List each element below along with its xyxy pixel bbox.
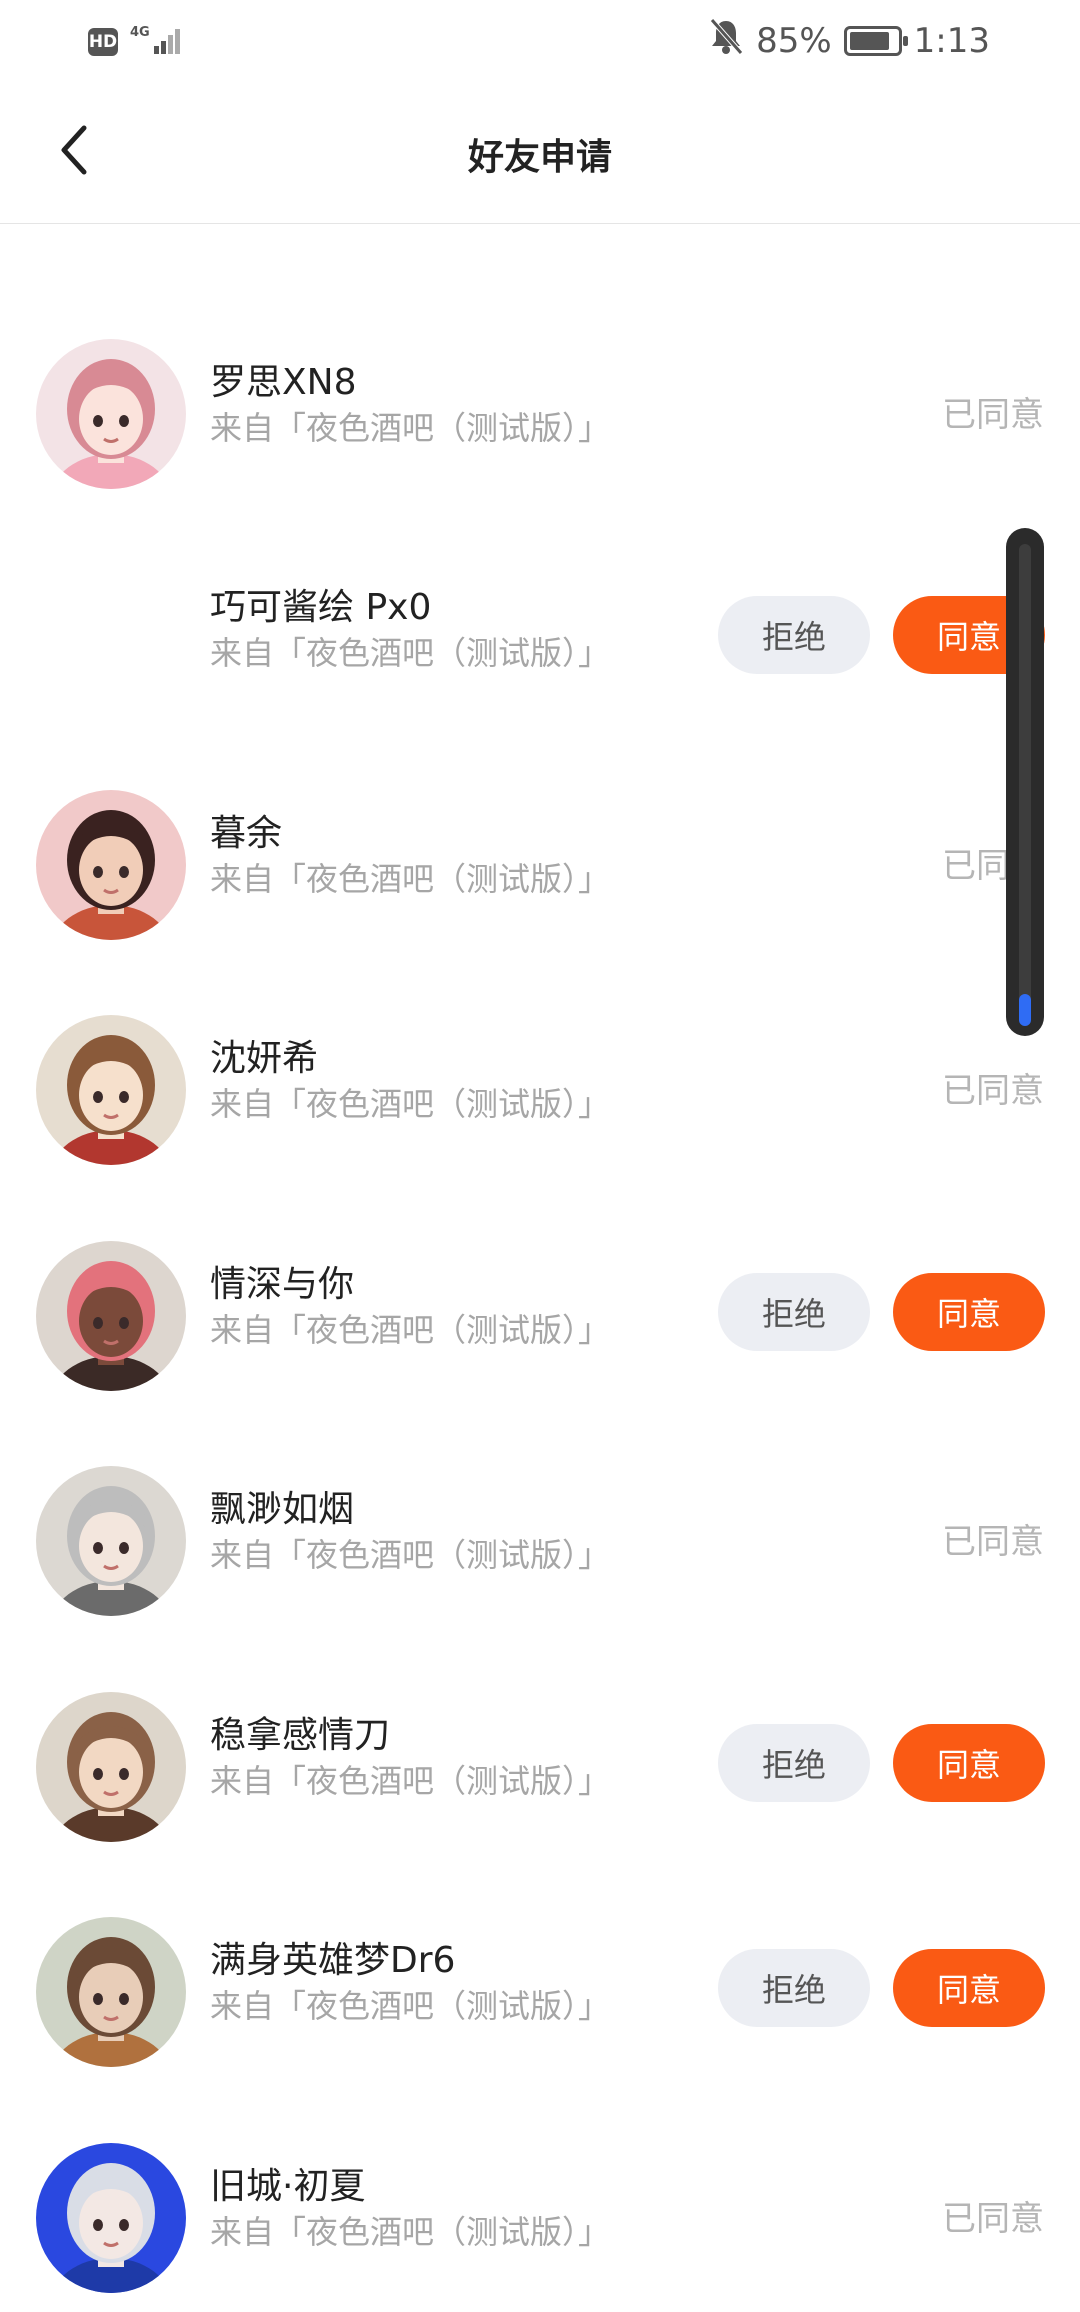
requester-name: 稳拿感情刀 xyxy=(210,1714,391,1756)
friend-request-row-8: 满身英雄梦Dr6 来自「夜色酒吧（测试版）」 拒绝 同意 xyxy=(0,1879,1080,2101)
reject-button[interactable]: 拒绝 xyxy=(718,1949,870,2027)
request-source: 来自「夜色酒吧（测试版）」 xyxy=(210,408,611,447)
agreed-status: 已同意 xyxy=(942,2198,1044,2239)
avatar[interactable] xyxy=(36,1917,186,2067)
friend-request-row-6: 飘渺如烟 来自「夜色酒吧（测试版）」 已同意 xyxy=(0,1428,1080,1650)
requester-name: 罗思XN8 xyxy=(210,361,357,403)
avatar[interactable] xyxy=(36,789,186,940)
avatar xyxy=(36,225,186,263)
status-bar: HD 4G 85% 1:13 xyxy=(0,0,1080,80)
status-left: HD 4G xyxy=(88,22,186,62)
avatar xyxy=(36,564,186,714)
request-source: 来自「夜色酒吧（测试版）」 xyxy=(210,1987,611,2025)
page-title: 好友申请 xyxy=(467,137,612,178)
accept-button[interactable]: 同意 xyxy=(893,1949,1045,2027)
reject-button[interactable]: 拒绝 xyxy=(718,1272,870,1351)
reject-button[interactable]: 拒绝 xyxy=(718,1723,870,1802)
avatar[interactable] xyxy=(36,2142,186,2293)
scroll-thumb[interactable] xyxy=(1019,994,1031,1026)
friend-request-row-1: 罗思XN8 来自「夜色酒吧（测试版）」 已同意 xyxy=(0,301,1080,523)
requester-name: 巧可酱绘 Px0 xyxy=(210,587,432,628)
accept-button[interactable]: 同意 xyxy=(893,1723,1045,1802)
friend-request-row-9: 旧城·初夏 来自「夜色酒吧（测试版）」 已同意 xyxy=(0,2105,1080,2312)
friend-request-row-3: 暮余 来自「夜色酒吧（测试版）」 已同意 xyxy=(0,752,1080,974)
friend-request-row-2: 巧可酱绘 Px0 来自「夜色酒吧（测试版）」 拒绝 同意 xyxy=(0,526,1080,748)
request-source: 来自「夜色酒吧（测试版）」 xyxy=(210,634,611,672)
friend-request-row-7: 稳拿感情刀 来自「夜色酒吧（测试版）」 拒绝 同意 xyxy=(0,1654,1080,1876)
request-source: 来自「夜色酒吧（测试版）」 xyxy=(210,2212,611,2251)
agreed-status: 已同意 xyxy=(942,1522,1044,1562)
hd-badge: HD xyxy=(88,28,118,56)
avatar[interactable] xyxy=(36,1240,186,1391)
request-source: 来自「夜色酒吧（测试版）」 xyxy=(210,1310,611,1349)
avatar[interactable] xyxy=(36,1466,186,1616)
agreed-status: 已同意 xyxy=(942,394,1044,435)
friend-request-row-0: 来自「夜色酒吧（测试版）」 拒绝同意 xyxy=(0,225,1080,297)
requester-name: 沈妍希 xyxy=(210,1038,319,1079)
battery-level xyxy=(849,31,889,50)
requester-name: 飘渺如烟 xyxy=(210,1489,355,1530)
battery-percent: 85% xyxy=(756,20,832,61)
scroll-track xyxy=(1019,544,1031,1020)
request-source: 来自「夜色酒吧（测试版）」 xyxy=(210,1085,611,1123)
agreed-status: 已同意 xyxy=(942,1071,1044,1111)
avatar[interactable] xyxy=(36,1015,186,1165)
requester-name: 满身英雄梦Dr6 xyxy=(210,1940,456,1981)
status-right: 85% 1:13 xyxy=(708,16,990,65)
accept-button[interactable]: 同意 xyxy=(893,1272,1045,1351)
app-header: 好友申请 xyxy=(0,80,1080,224)
signal-icon: 4G xyxy=(130,22,186,62)
svg-text:4G: 4G xyxy=(130,25,150,40)
request-source: 来自「夜色酒吧（测试版）」 xyxy=(210,859,611,898)
avatar[interactable] xyxy=(36,1691,186,1842)
friend-request-list[interactable]: 来自「夜色酒吧（测试版）」 拒绝同意 罗思XN8 来自「夜色酒吧（测试版）」 已… xyxy=(0,225,1080,2312)
fast-scroll-handle[interactable] xyxy=(1006,528,1044,1036)
clock: 1:13 xyxy=(913,20,990,61)
request-source: 来自「夜色酒吧（测试版）」 xyxy=(210,1761,611,1800)
requester-name: 暮余 xyxy=(210,812,283,854)
reject-button[interactable]: 拒绝 xyxy=(718,596,870,674)
friend-request-row-4: 沈妍希 来自「夜色酒吧（测试版）」 已同意 xyxy=(0,977,1080,1199)
avatar[interactable] xyxy=(36,338,186,489)
bell-muted-icon xyxy=(708,16,744,65)
friend-request-row-5: 情深与你 来自「夜色酒吧（测试版）」 拒绝 同意 xyxy=(0,1203,1080,1425)
request-source: 来自「夜色酒吧（测试版）」 xyxy=(210,1536,611,1574)
requester-name: 情深与你 xyxy=(210,1263,355,1305)
requester-name: 旧城·初夏 xyxy=(210,2165,366,2207)
battery-icon xyxy=(843,25,908,56)
